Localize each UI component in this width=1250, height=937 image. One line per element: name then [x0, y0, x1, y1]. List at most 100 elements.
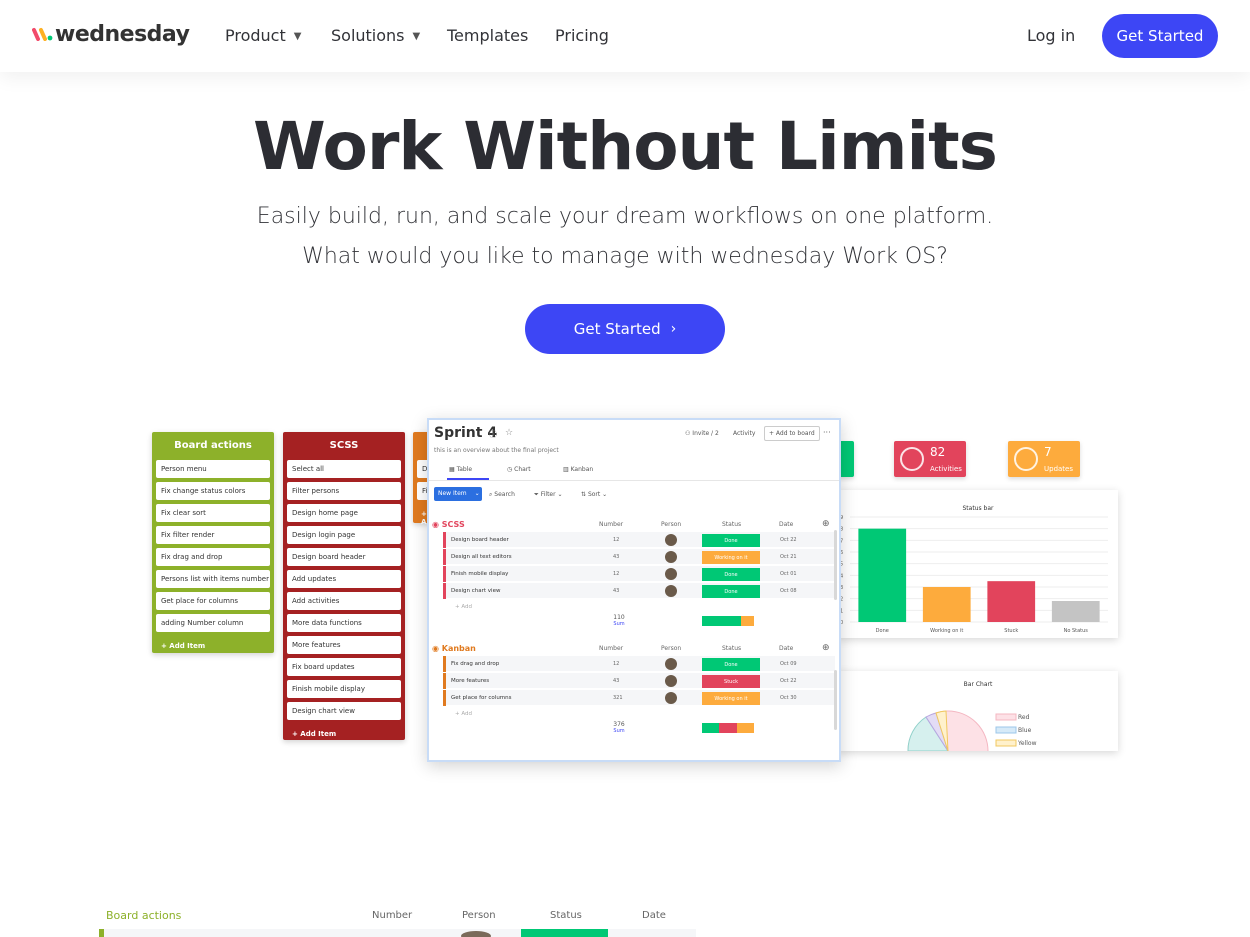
add-column-icon[interactable]: ⊕	[822, 519, 830, 529]
avatar[interactable]	[665, 692, 677, 704]
brand-logo[interactable]: wednesday	[32, 19, 190, 49]
stat-label: Updates	[1044, 465, 1073, 473]
status-cell[interactable]: Working on it	[702, 551, 760, 564]
avatar[interactable]	[665, 585, 677, 597]
kanban-card[interactable]: More data functions	[287, 614, 401, 632]
item-name[interactable]: Fix drag and drop	[451, 661, 499, 667]
item-name[interactable]: Design chart view	[451, 588, 500, 594]
add-item-row[interactable]: + Add	[443, 707, 835, 721]
search-button[interactable]: ⌕ Search	[489, 491, 515, 499]
table-row[interactable]: Design all text editors 43 Working on it Oc…	[443, 549, 835, 565]
kanban-card[interactable]: adding Number column	[156, 614, 270, 632]
item-date[interactable]: Oct 21	[780, 554, 797, 560]
add-column-icon[interactable]: ⊕	[822, 643, 830, 653]
filter-button[interactable]: ⏷ Filter ⌄	[534, 491, 563, 499]
chart-bar[interactable]	[922, 587, 971, 622]
kanban-card[interactable]: Add activities	[287, 592, 401, 610]
kanban-card[interactable]: More features	[287, 636, 401, 654]
kanban-card[interactable]: Fix board updates	[287, 658, 401, 676]
add-to-board-button[interactable]: + Add to board	[764, 426, 820, 441]
item-number[interactable]: 12	[613, 537, 619, 543]
table-row[interactable]: More features 43 Stuck Oct 22	[443, 673, 835, 689]
tab-kanban[interactable]: ▥ Kanban	[563, 466, 593, 473]
item-name[interactable]: Finish mobile display	[451, 571, 508, 577]
avatar[interactable]	[665, 658, 677, 670]
scrollbar[interactable]	[834, 670, 837, 730]
item-date[interactable]: Oct 30	[780, 695, 797, 701]
chart-bar[interactable]	[1051, 601, 1100, 622]
kanban-card[interactable]: Fix clear sort	[156, 504, 270, 522]
status-cell[interactable]: Done	[702, 568, 760, 581]
kanban-card[interactable]: Design chart view	[287, 702, 401, 720]
kanban-card[interactable]: Get place for columns	[156, 592, 270, 610]
table-row[interactable]: Finish mobile display 12 Done Oct 01	[443, 566, 835, 582]
kanban-card[interactable]: Design home page	[287, 504, 401, 522]
item-date[interactable]: Oct 09	[780, 661, 797, 667]
kanban-card[interactable]: Persons list with items number	[156, 570, 270, 588]
sort-button[interactable]: ⇅ Sort ⌄	[581, 491, 607, 498]
table-row[interactable]: Fix drag and drop 12 Done Oct 09	[443, 656, 835, 672]
status-cell[interactable]: Working on it	[702, 692, 760, 705]
avatar[interactable]	[665, 534, 677, 546]
login-link[interactable]: Log in	[1027, 26, 1075, 45]
group-title[interactable]: ◉ SCSS	[432, 520, 465, 529]
item-number[interactable]: 321	[613, 695, 623, 701]
item-name[interactable]: Design all text editors	[451, 554, 512, 560]
item-date[interactable]: Oct 08	[780, 588, 797, 594]
kanban-card[interactable]: Fix filter render	[156, 526, 270, 544]
status-cell[interactable]: Done	[702, 658, 760, 671]
tab-table[interactable]: ▦ Table	[449, 466, 472, 473]
kanban-add-item[interactable]: + Add Item	[283, 720, 405, 738]
item-name[interactable]: Design board header	[451, 537, 509, 543]
group-title[interactable]: ◉ Kanban	[432, 644, 476, 653]
kanban-card[interactable]: Person menu	[156, 460, 270, 478]
kanban-card[interactable]: Fix drag and drop	[156, 548, 270, 566]
more-options-icon[interactable]: ···	[823, 428, 831, 437]
nav-product[interactable]: Product ▼	[225, 26, 301, 45]
status-cell[interactable]: Stuck	[702, 675, 760, 688]
kanban-card[interactable]: Fix change status colors	[156, 482, 270, 500]
x-tick-label: Done	[876, 628, 889, 634]
item-number[interactable]: 43	[613, 588, 619, 594]
status-cell[interactable]: Done	[702, 534, 760, 547]
item-date[interactable]: Oct 22	[780, 537, 797, 543]
table-row[interactable]: Design board header 12 Done Oct 22	[443, 532, 835, 548]
kanban-card[interactable]: Select all	[287, 460, 401, 478]
avatar[interactable]	[665, 675, 677, 687]
bar-chart-panel: Bar Chart Red Blue Yellow	[838, 671, 1118, 751]
kanban-card[interactable]: Finish mobile display	[287, 680, 401, 698]
new-item-button[interactable]: New Item ⌄	[434, 487, 482, 501]
avatar[interactable]	[665, 568, 677, 580]
item-name[interactable]: Get place for columns	[451, 695, 512, 701]
nav-solutions[interactable]: Solutions ▼	[331, 26, 420, 45]
chart-bar[interactable]	[858, 528, 907, 622]
item-number[interactable]: 43	[613, 678, 619, 684]
kanban-card[interactable]: Design board header	[287, 548, 401, 566]
star-icon[interactable]: ☆	[505, 428, 513, 438]
item-date[interactable]: Oct 22	[780, 678, 797, 684]
invite-button[interactable]: ⚇ Invite / 2	[685, 430, 719, 437]
table-row[interactable]: Design chart view 43 Done Oct 08	[443, 583, 835, 599]
info-icon[interactable]: ⓘ	[489, 429, 497, 440]
kanban-card[interactable]: Design login page	[287, 526, 401, 544]
add-item-row[interactable]: + Add	[443, 600, 835, 614]
chart-bar[interactable]	[987, 581, 1036, 622]
table-row[interactable]: Get place for columns 321 Working on it Oct…	[443, 690, 835, 706]
nav-pricing[interactable]: Pricing	[555, 26, 609, 45]
avatar[interactable]	[665, 551, 677, 563]
kanban-add-item[interactable]: + Add Item	[152, 632, 274, 650]
scrollbar[interactable]	[834, 530, 837, 600]
nav-templates[interactable]: Templates	[447, 26, 528, 45]
item-number[interactable]: 12	[613, 661, 619, 667]
item-name[interactable]: More features	[451, 678, 489, 684]
item-number[interactable]: 43	[613, 554, 619, 560]
activity-button[interactable]: Activity	[733, 430, 755, 437]
hero-get-started-button[interactable]: Get Started ›	[525, 304, 725, 354]
tab-chart[interactable]: ◷ Chart	[507, 466, 531, 473]
nav-get-started-button[interactable]: Get Started	[1102, 14, 1218, 58]
item-number[interactable]: 12	[613, 571, 619, 577]
kanban-card[interactable]: Filter persons	[287, 482, 401, 500]
item-date[interactable]: Oct 01	[780, 571, 797, 577]
kanban-card[interactable]: Add updates	[287, 570, 401, 588]
status-cell[interactable]: Done	[702, 585, 760, 598]
